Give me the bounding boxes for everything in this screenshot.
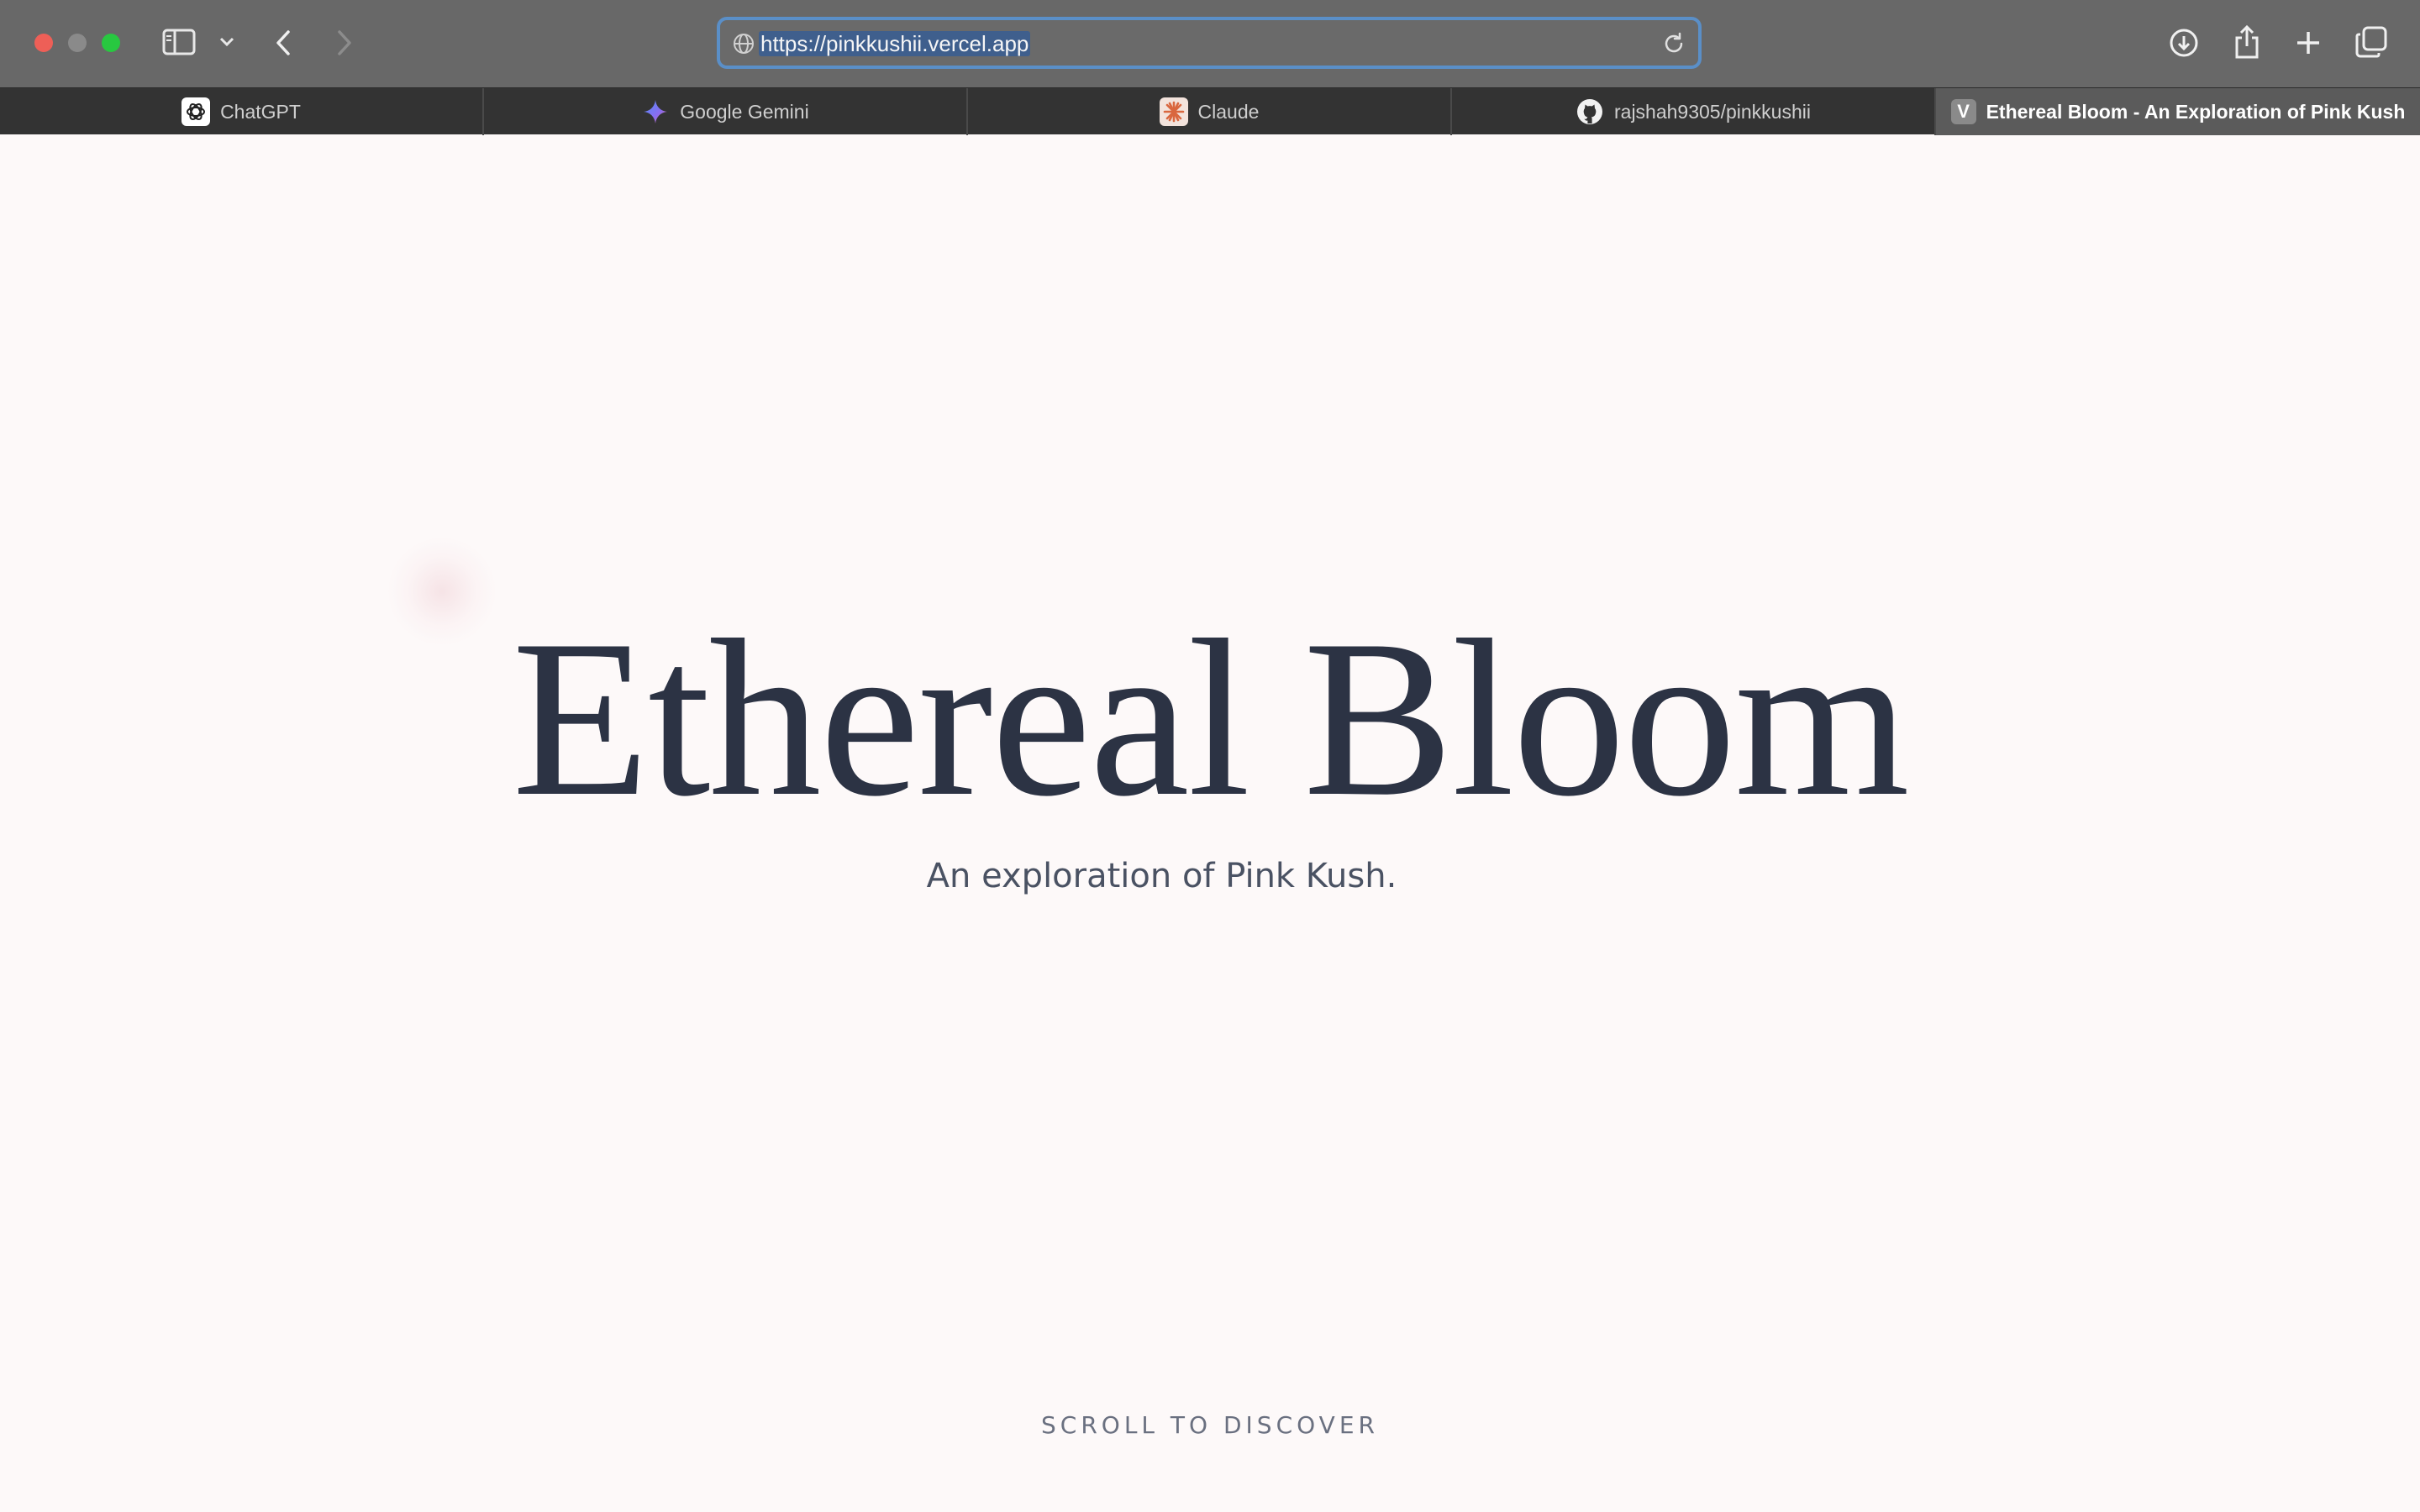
hero-title: Ethereal Bloom bbox=[512, 593, 1909, 843]
forward-arrow-icon[interactable] bbox=[332, 27, 357, 59]
zoom-window-button[interactable] bbox=[102, 34, 120, 52]
tab-bar: ChatGPT Google Gemini Claude rajshah9305… bbox=[0, 87, 2420, 135]
tab-github-pinkkushii[interactable]: rajshah9305/pinkkushii bbox=[1452, 88, 1936, 135]
url-text[interactable]: https://pinkkushii.vercel.app bbox=[759, 31, 1031, 56]
tab-ethereal-bloom[interactable]: V Ethereal Bloom - An Exploration of Pin… bbox=[1936, 88, 2420, 135]
sidebar-menu-chevron-down-icon[interactable] bbox=[217, 32, 237, 52]
share-icon[interactable] bbox=[2231, 24, 2263, 60]
address-bar[interactable]: https://pinkkushii.vercel.app bbox=[717, 17, 1702, 69]
minimize-window-button[interactable] bbox=[68, 34, 87, 52]
tab-claude[interactable]: Claude bbox=[968, 88, 1452, 135]
chatgpt-icon bbox=[182, 97, 211, 126]
back-arrow-icon[interactable] bbox=[271, 27, 296, 59]
new-tab-plus-icon[interactable] bbox=[2292, 27, 2324, 59]
tab-overview-icon[interactable] bbox=[2354, 25, 2388, 59]
tab-label: ChatGPT bbox=[220, 100, 301, 123]
tab-google-gemini[interactable]: Google Gemini bbox=[484, 88, 968, 135]
sidebar-toggle-icon[interactable] bbox=[162, 28, 196, 56]
close-window-button[interactable] bbox=[34, 34, 53, 52]
gemini-icon bbox=[641, 97, 670, 126]
claude-icon bbox=[1159, 97, 1188, 126]
downloads-icon[interactable] bbox=[2168, 27, 2200, 59]
tab-label: rajshah9305/pinkkushii bbox=[1614, 100, 1811, 123]
tab-label: Claude bbox=[1197, 100, 1260, 123]
tab-label: Ethereal Bloom - An Exploration of Pink … bbox=[1986, 100, 2406, 123]
vercel-v-icon: V bbox=[1950, 99, 1976, 124]
globe-icon bbox=[732, 32, 755, 55]
tab-label: Google Gemini bbox=[680, 100, 809, 123]
scroll-to-discover-cue[interactable]: SCROLL TO DISCOVER bbox=[0, 1411, 2420, 1439]
hero-subtitle: An exploration of Pink Kush. bbox=[926, 857, 1397, 895]
browser-toolbar: https://pinkkushii.vercel.app bbox=[0, 0, 2420, 87]
reload-icon[interactable] bbox=[1661, 31, 1686, 56]
github-icon bbox=[1576, 97, 1604, 126]
tab-chatgpt[interactable]: ChatGPT bbox=[0, 88, 484, 135]
